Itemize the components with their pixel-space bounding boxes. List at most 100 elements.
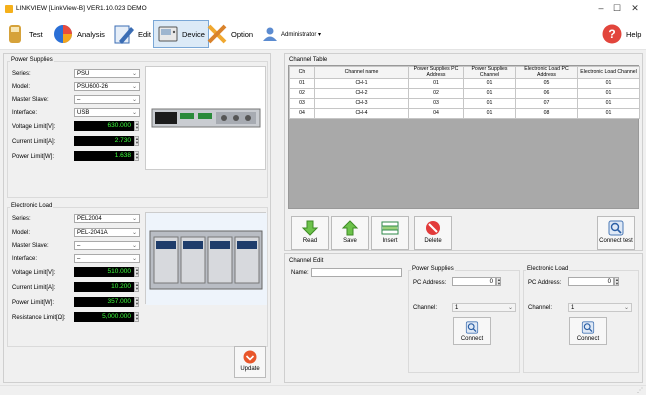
edit-ps-address-spinner[interactable]: ▲ ▼: [496, 277, 501, 286]
delete-button[interactable]: Delete: [414, 216, 452, 250]
edit-ps-channel-select[interactable]: 1 ⌄: [452, 303, 516, 312]
ps-current-spinner[interactable]: ▲ ▼: [134, 136, 139, 146]
chevron-down-icon: ⌄: [131, 84, 137, 90]
chevron-down-icon: ⌄: [131, 71, 137, 77]
device-button[interactable]: Device: [153, 20, 209, 48]
ps-series-select[interactable]: PSU ⌄: [74, 69, 140, 78]
minimize-button[interactable]: –: [594, 3, 608, 15]
el-series-select[interactable]: PEL2004 ⌄: [74, 214, 140, 223]
el-resistance-input[interactable]: 5,000.000: [74, 312, 134, 322]
test-button[interactable]: Test: [4, 20, 43, 48]
el-interface-select[interactable]: – ⌄: [74, 254, 140, 263]
status-bar: ⋰: [0, 385, 646, 395]
update-button[interactable]: Update: [234, 346, 266, 378]
down-arrow-icon: ▼: [135, 155, 139, 160]
table-row[interactable]: 01 CH-1 01 01 05 01: [289, 78, 640, 89]
device-label: Device: [182, 29, 205, 39]
table-cell: CH-1: [314, 78, 409, 89]
down-arrow-icon: ▼: [135, 271, 139, 276]
device-icon: [158, 26, 178, 42]
table-row[interactable]: 04 CH-4 04 01 08 01: [289, 108, 640, 119]
help-button[interactable]: ? Help: [601, 20, 641, 48]
ps-model-select[interactable]: PSU600-26 ⌄: [74, 82, 140, 91]
ps-current-input[interactable]: 2.730: [74, 136, 134, 146]
el-series-label: Series:: [12, 216, 31, 222]
resize-grip-icon[interactable]: ⋰: [637, 387, 643, 394]
connect-test-button[interactable]: Connect test: [597, 216, 635, 250]
el-resistance-label: Resistance Limit[Ω]:: [12, 315, 66, 321]
power-supply-image: [145, 66, 266, 170]
el-model-select[interactable]: PEL-2041A ⌄: [74, 228, 140, 237]
ps-interface-select[interactable]: USB ⌄: [74, 108, 140, 117]
table-cell: 01: [289, 78, 315, 89]
save-button[interactable]: Save: [331, 216, 369, 250]
edit-button[interactable]: Edit: [113, 20, 151, 48]
table-cell: 01: [408, 78, 464, 89]
chevron-down-icon: ⌄: [131, 256, 137, 262]
table-cell: 02: [408, 88, 464, 99]
insert-row-icon: [381, 221, 399, 235]
table-row[interactable]: 02 CH-2 02 01 06 01: [289, 88, 640, 99]
header-channel-name: Channel name: [314, 66, 409, 79]
header-ch: Ch: [289, 66, 315, 79]
chevron-down-icon: ⌄: [623, 305, 629, 311]
svg-text:?: ?: [608, 27, 615, 41]
up-arrow-icon: [341, 220, 359, 236]
el-current-spinner[interactable]: ▲ ▼: [134, 282, 139, 292]
user-menu[interactable]: Administrator ▾: [262, 20, 321, 48]
insert-button[interactable]: Insert: [371, 216, 409, 250]
el-master-select[interactable]: – ⌄: [74, 241, 140, 250]
connect-test-label: Connect test: [599, 238, 633, 244]
down-arrow-icon: ▼: [135, 301, 139, 306]
down-arrow-icon: ▼: [615, 281, 619, 286]
table-cell: 03: [289, 98, 315, 109]
edit-ps-address-label: PC Address:: [413, 280, 447, 286]
el-power-spinner[interactable]: ▲ ▼: [134, 297, 139, 307]
down-arrow-icon: ▼: [135, 140, 139, 145]
ps-voltage-input[interactable]: 630.000: [74, 121, 134, 131]
save-label: Save: [343, 238, 357, 244]
table-row[interactable]: 03 CH-3 03 01 07 01: [289, 98, 640, 109]
down-arrow-icon: ▼: [135, 316, 139, 321]
table-cell: 01: [463, 88, 516, 99]
edit-el-address-spinner[interactable]: ▲ ▼: [614, 277, 619, 286]
analysis-label: Analysis: [77, 29, 105, 39]
el-resistance-spinner[interactable]: ▲ ▼: [134, 312, 139, 322]
ps-power-spinner[interactable]: ▲ ▼: [134, 151, 139, 161]
test-icon: [9, 25, 21, 43]
edit-el-address-input[interactable]: 0: [568, 277, 614, 286]
window-title: LINKVIEW [LinkView-B] VER1.10.023 DEMO: [16, 5, 147, 12]
el-master-value: –: [77, 243, 81, 249]
maximize-button[interactable]: ☐: [610, 3, 624, 15]
edit-el-channel-select[interactable]: 1 ⌄: [568, 303, 632, 312]
read-button[interactable]: Read: [291, 216, 329, 250]
title-bar: LINKVIEW [LinkView-B] VER1.10.023 DEMO –…: [0, 0, 646, 18]
delete-icon: [426, 221, 440, 235]
help-label: Help: [626, 29, 642, 39]
insert-label: Insert: [382, 238, 398, 244]
user-icon: [263, 27, 277, 41]
el-voltage-spinner[interactable]: ▲ ▼: [134, 267, 139, 277]
chevron-down-icon: ⌄: [507, 305, 513, 311]
table-cell: 04: [408, 108, 464, 119]
ps-voltage-label: Voltage Limit[V]:: [12, 124, 56, 130]
ps-power-label: Power Limit[W]:: [12, 154, 55, 160]
edit-ps-connect-button[interactable]: Connect: [453, 317, 491, 345]
option-label: Option: [231, 29, 254, 39]
ps-voltage-spinner[interactable]: ▲ ▼: [134, 121, 139, 131]
table-cell: 01: [577, 78, 640, 89]
el-current-input[interactable]: 10.200: [74, 282, 134, 292]
close-button[interactable]: ✕: [628, 3, 642, 15]
table-cell: 07: [515, 98, 578, 109]
ps-master-select[interactable]: – ⌄: [74, 95, 140, 104]
el-current-label: Current Limit[A]:: [12, 285, 56, 291]
el-power-input[interactable]: 357.000: [74, 297, 134, 307]
analysis-button[interactable]: Analysis: [52, 20, 105, 48]
header-ps-address: Power Supplies PC Address: [408, 66, 464, 79]
option-button[interactable]: Option: [206, 20, 253, 48]
el-voltage-input[interactable]: 510.000: [74, 267, 134, 277]
channel-name-input[interactable]: [311, 268, 402, 277]
ps-power-input[interactable]: 1.638: [74, 151, 134, 161]
edit-ps-address-input[interactable]: 0: [452, 277, 496, 286]
edit-el-connect-button[interactable]: Connect: [569, 317, 607, 345]
